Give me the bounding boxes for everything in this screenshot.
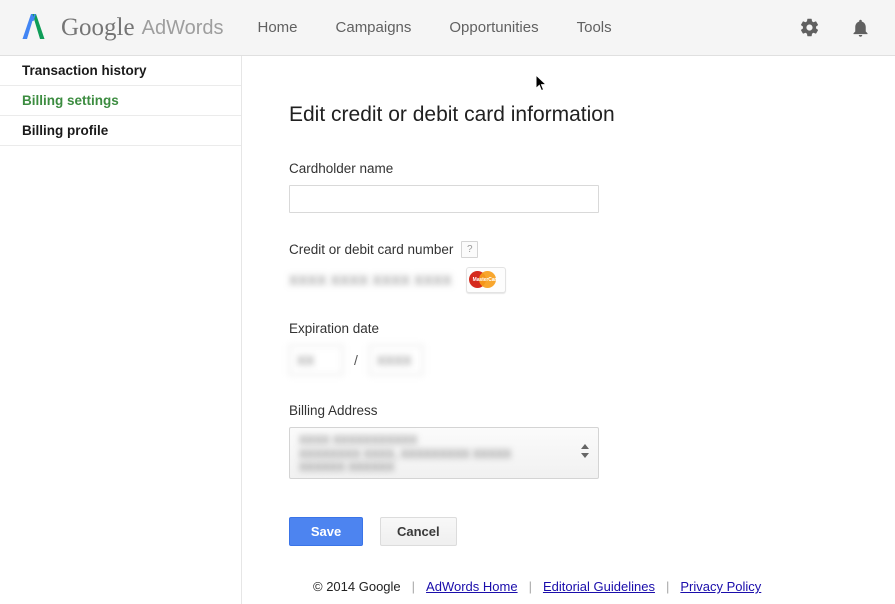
page-body: Transaction history Billing settings Bil…: [0, 56, 895, 604]
adwords-logo-icon: [22, 12, 52, 44]
footer-link-privacy-policy[interactable]: Privacy Policy: [680, 579, 761, 594]
field-card-number: Credit or debit card number ? XXXX XXXX …: [289, 241, 895, 293]
card-number-label-text: Credit or debit card number: [289, 242, 453, 257]
field-expiration-date: Expiration date /: [289, 321, 895, 375]
save-button[interactable]: Save: [289, 517, 363, 546]
expiration-year-input[interactable]: [369, 345, 423, 375]
gear-icon[interactable]: [799, 17, 820, 38]
expiration-date-label: Expiration date: [289, 321, 895, 336]
main-nav: Home Campaigns Opportunities Tools: [258, 0, 612, 55]
cancel-button[interactable]: Cancel: [380, 517, 457, 546]
brand-name: Google: [61, 15, 135, 40]
footer-separator: |: [666, 579, 669, 594]
bell-icon[interactable]: [850, 17, 871, 39]
card-number-row: XXXX XXXX XXXX XXXX MasterCard: [289, 267, 895, 293]
sidebar-item-label: Billing profile: [22, 123, 108, 138]
sidebar: Transaction history Billing settings Bil…: [0, 56, 242, 604]
footer-separator: |: [412, 579, 415, 594]
footer-separator: |: [529, 579, 532, 594]
sidebar-item-label: Transaction history: [22, 63, 147, 78]
sidebar-item-transaction-history[interactable]: Transaction history: [0, 56, 241, 86]
expiration-separator: /: [354, 352, 358, 368]
sidebar-item-billing-settings[interactable]: Billing settings: [0, 86, 241, 116]
mastercard-icon: MasterCard: [466, 267, 506, 293]
billing-address-label: Billing Address: [289, 403, 895, 418]
billing-address-select[interactable]: XXXX XXXXXXXXXXX XXXXXXXX XXXX, XXXXXXXX…: [289, 427, 599, 479]
sidebar-item-label: Billing settings: [22, 93, 119, 108]
edit-card-form: Edit credit or debit card information Ca…: [242, 56, 895, 594]
help-icon[interactable]: ?: [461, 241, 478, 258]
brand-logo[interactable]: Google AdWords: [22, 0, 224, 55]
mastercard-wordmark: MasterCard: [467, 277, 505, 283]
billing-address-line-2: XXXXXXXX XXXX, XXXXXXXXX XXXXX: [299, 449, 572, 463]
form-actions: Save Cancel: [289, 517, 895, 546]
main-content: Edit credit or debit card information Ca…: [242, 56, 895, 604]
app-header: Google AdWords Home Campaigns Opportunit…: [0, 0, 895, 56]
field-cardholder-name: Cardholder name: [289, 161, 895, 213]
nav-item-tools[interactable]: Tools: [577, 20, 612, 35]
footer-link-adwords-home[interactable]: AdWords Home: [426, 579, 518, 594]
footer-copyright: © 2014 Google: [313, 579, 401, 594]
nav-item-home[interactable]: Home: [258, 20, 298, 35]
updown-arrows-icon[interactable]: [581, 444, 590, 464]
brand-product: AdWords: [142, 18, 224, 38]
nav-item-campaigns[interactable]: Campaigns: [336, 20, 412, 35]
nav-item-opportunities[interactable]: Opportunities: [449, 20, 538, 35]
card-number-label: Credit or debit card number ?: [289, 241, 895, 258]
footer-link-editorial-guidelines[interactable]: Editorial Guidelines: [543, 579, 655, 594]
page-title: Edit credit or debit card information: [289, 104, 895, 125]
cardholder-name-label: Cardholder name: [289, 161, 895, 176]
expiration-month-input[interactable]: [289, 345, 343, 375]
field-billing-address: Billing Address XXXX XXXXXXXXXXX XXXXXXX…: [289, 403, 895, 479]
billing-address-line-3: XXXXXX XXXXXX: [299, 462, 572, 476]
sidebar-item-billing-profile[interactable]: Billing profile: [0, 116, 241, 146]
card-number-value-redacted: XXXX XXXX XXXX XXXX: [289, 273, 452, 288]
footer: © 2014 Google | AdWords Home | Editorial…: [313, 579, 895, 594]
header-icon-group: [769, 0, 871, 55]
expiration-inputs-row: /: [289, 345, 895, 375]
billing-address-line-1: XXXX XXXXXXXXXXX: [299, 435, 572, 449]
cardholder-name-input[interactable]: [289, 185, 599, 213]
